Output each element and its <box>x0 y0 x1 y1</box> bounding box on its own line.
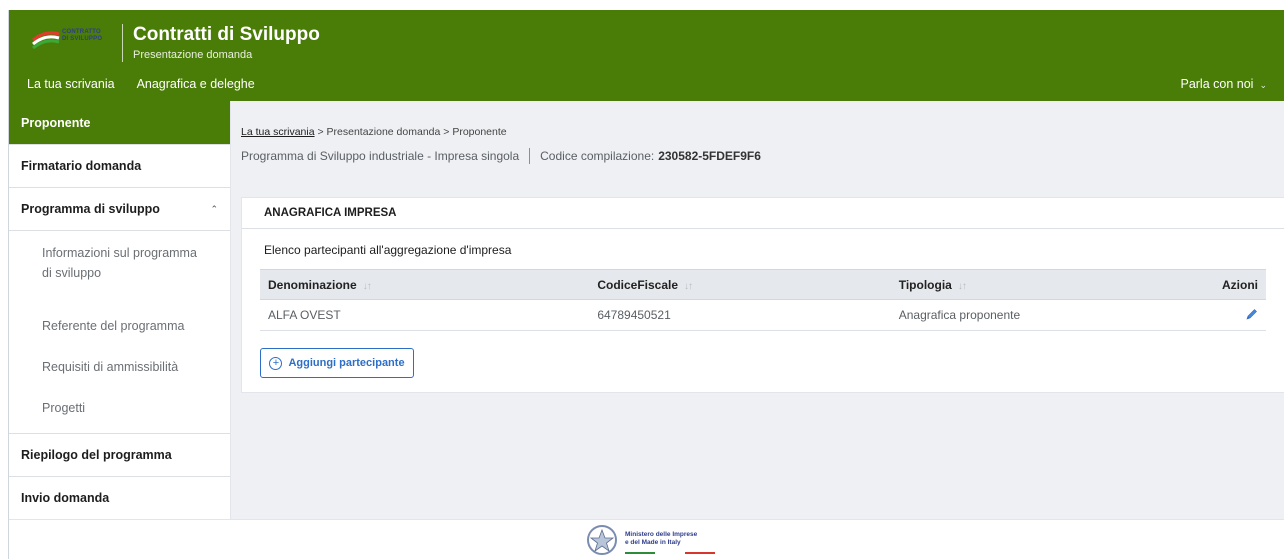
col-codicefiscale[interactable]: CodiceFiscale ↓↑ <box>589 269 891 300</box>
add-participant-button[interactable]: + Aggiungi partecipante <box>260 348 414 378</box>
parla-con-noi-label: Parla con noi <box>1180 77 1254 91</box>
cell-denominazione: ALFA OVEST <box>260 299 590 331</box>
sort-arrows-icon[interactable]: ↓↑ <box>684 281 693 292</box>
main-content: La tua scrivania > Presentazione domanda… <box>231 101 1284 519</box>
card-subtitle: Elenco partecipanti all'aggregazione d'i… <box>264 243 512 257</box>
card-title: ANAGRAFICA IMPRESA <box>242 198 1284 229</box>
cell-azioni <box>1214 299 1266 331</box>
parla-con-noi-dropdown[interactable]: Parla con noi ⌄ <box>1180 77 1267 91</box>
header: CONTRATTO DI SVILUPPO Contratti di Svilu… <box>9 10 1284 101</box>
app-subtitle: Presentazione domanda <box>133 49 253 61</box>
sidebar-subitem-requisiti[interactable]: Requisiti di ammissibilità <box>9 346 230 388</box>
sidebar-item-riepilogo[interactable]: Riepilogo del programma <box>9 434 230 477</box>
col-denominazione[interactable]: Denominazione ↓↑ <box>260 269 590 300</box>
sidebar-item-label: Riepilogo del programma <box>21 448 172 462</box>
code-label: Codice compilazione: <box>540 149 655 163</box>
sidebar-subitem-progetti[interactable]: Progetti <box>9 388 230 428</box>
sidebar-item-proponente[interactable]: Proponente <box>9 101 230 145</box>
breadcrumb-home-link[interactable]: La tua scrivania <box>241 126 315 138</box>
top-nav: La tua scrivania Anagrafica e deleghe <box>27 77 255 91</box>
sidebar-submenu: Informazioni sul programma di sviluppo R… <box>9 231 230 434</box>
cell-tipologia: Anagrafica proponente <box>890 299 1214 331</box>
table-row: ALFA OVEST 64789450521 Anagrafica propon… <box>260 299 1266 331</box>
chevron-up-icon: ⌃ <box>210 203 218 214</box>
anagrafica-card: ANAGRAFICA IMPRESA Elenco partecipanti a… <box>241 197 1284 393</box>
app-title: Contratti di Sviluppo <box>133 24 320 45</box>
program-meta: Programma di Sviluppo industriale - Impr… <box>241 148 761 164</box>
sidebar-subitem-referente[interactable]: Referente del programma <box>9 305 230 346</box>
logo-text: CONTRATTO DI SVILUPPO <box>62 29 103 42</box>
sidebar-item-programma-di-sviluppo[interactable]: Programma di sviluppo ⌃ <box>9 188 230 231</box>
sidebar-item-label: Proponente <box>21 115 91 130</box>
tricolor-bar <box>625 552 715 554</box>
nav-anagrafica-e-deleghe[interactable]: Anagrafica e deleghe <box>137 77 255 91</box>
breadcrumb: La tua scrivania > Presentazione domanda… <box>241 126 507 138</box>
col-azioni: Azioni <box>1214 269 1266 300</box>
footer: Ministero delle Imprese e del Made in It… <box>9 519 1284 559</box>
breadcrumb-trail: > Presentazione domanda > Proponente <box>317 126 507 138</box>
pencil-icon[interactable] <box>1246 308 1258 323</box>
participants-table: Denominazione ↓↑ CodiceFiscale ↓↑ Tipologi… <box>260 269 1266 331</box>
program-type: Programma di Sviluppo industriale - Impr… <box>241 149 520 163</box>
cell-codicefiscale: 64789450521 <box>589 299 891 331</box>
sidebar-item-label: Invio domanda <box>21 491 110 505</box>
sidebar-subitem-informazioni[interactable]: Informazioni sul programma di sviluppo <box>9 241 230 305</box>
table-header-row: Denominazione ↓↑ CodiceFiscale ↓↑ Tipologi… <box>260 269 1266 300</box>
sidebar-item-firmatario-domanda[interactable]: Firmatario domanda <box>9 145 230 188</box>
sidebar-item-label: Firmatario domanda <box>21 159 142 173</box>
app-frame: CONTRATTO DI SVILUPPO Contratti di Svilu… <box>8 10 1284 559</box>
sidebar-item-invio-domanda[interactable]: Invio domanda <box>9 477 230 520</box>
chevron-down-icon: ⌄ <box>1259 80 1267 90</box>
plus-circle-icon: + <box>269 356 283 370</box>
sort-arrows-icon[interactable]: ↓↑ <box>363 281 372 292</box>
italian-republic-emblem-icon <box>587 525 617 555</box>
sort-arrows-icon[interactable]: ↓↑ <box>958 281 967 292</box>
ministry-name: Ministero delle Imprese e del Made in It… <box>625 531 698 546</box>
col-tipologia[interactable]: Tipologia ↓↑ <box>890 269 1214 300</box>
code-value: 230582-5FDEF9F6 <box>658 149 761 163</box>
header-divider <box>122 24 123 62</box>
nav-la-tua-scrivania[interactable]: La tua scrivania <box>27 77 115 91</box>
sidebar: Proponente Firmatario domanda Programma … <box>9 101 231 520</box>
sidebar-item-label: Programma di sviluppo <box>21 202 160 216</box>
meta-divider <box>529 148 531 164</box>
add-participant-label: Aggiungi partecipante <box>288 357 405 369</box>
